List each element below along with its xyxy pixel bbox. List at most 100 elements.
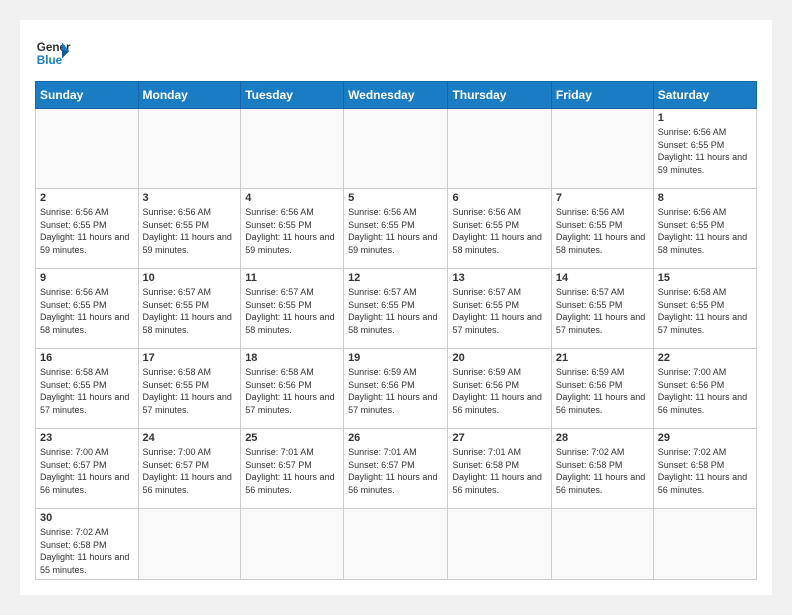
day-number: 21 [556,352,649,364]
day-info: Sunrise: 6:58 AM Sunset: 6:55 PM Dayligh… [40,366,134,416]
day-number: 17 [143,352,237,364]
week-row-1: 1 Sunrise: 6:56 AM Sunset: 6:55 PM Daylig… [36,109,757,189]
day-info: Sunrise: 6:56 AM Sunset: 6:55 PM Dayligh… [658,126,752,176]
calendar-cell: 5 Sunrise: 6:56 AM Sunset: 6:55 PM Daylig… [344,189,448,269]
week-row-4: 16 Sunrise: 6:58 AM Sunset: 6:55 PM Dayli… [36,349,757,429]
day-info: Sunrise: 6:56 AM Sunset: 6:55 PM Dayligh… [556,206,649,256]
day-number: 7 [556,192,649,204]
day-number: 28 [556,432,649,444]
day-info: Sunrise: 6:57 AM Sunset: 6:55 PM Dayligh… [348,286,443,336]
calendar-cell: 17 Sunrise: 6:58 AM Sunset: 6:55 PM Dayli… [138,349,241,429]
day-info: Sunrise: 6:59 AM Sunset: 6:56 PM Dayligh… [348,366,443,416]
calendar-cell [551,509,653,580]
weekday-header-wednesday: Wednesday [344,82,448,109]
day-number: 20 [452,352,546,364]
day-number: 8 [658,192,752,204]
calendar-cell [36,109,139,189]
calendar-cell [448,109,551,189]
day-number: 2 [40,192,134,204]
day-number: 11 [245,272,339,284]
week-row-6: 30 Sunrise: 7:02 AM Sunset: 6:58 PM Dayli… [36,509,757,580]
logo: General Blue [35,35,71,71]
logo-icon: General Blue [35,35,71,71]
day-number: 25 [245,432,339,444]
calendar-cell: 19Sunrise: 6:59 AM Sunset: 6:56 PM Dayli… [344,349,448,429]
day-info: Sunrise: 7:00 AM Sunset: 6:57 PM Dayligh… [143,446,237,496]
calendar-cell: 7 Sunrise: 6:56 AM Sunset: 6:55 PM Daylig… [551,189,653,269]
calendar-cell: 2 Sunrise: 6:56 AM Sunset: 6:55 PM Daylig… [36,189,139,269]
calendar-cell: 24 Sunrise: 7:00 AM Sunset: 6:57 PM Dayli… [138,429,241,509]
calendar-cell: 1 Sunrise: 6:56 AM Sunset: 6:55 PM Daylig… [653,109,756,189]
calendar-cell [344,109,448,189]
calendar-page: General Blue SundayMondayTuesdayWednesda… [20,20,772,595]
day-number: 27 [452,432,546,444]
day-info: Sunrise: 6:59 AM Sunset: 6:56 PM Dayligh… [452,366,546,416]
weekday-header-friday: Friday [551,82,653,109]
day-info: Sunrise: 7:02 AM Sunset: 6:58 PM Dayligh… [40,526,134,576]
day-number: 18 [245,352,339,364]
day-info: Sunrise: 6:56 AM Sunset: 6:55 PM Dayligh… [40,206,134,256]
weekday-header-row: SundayMondayTuesdayWednesdayThursdayFrid… [36,82,757,109]
day-number: 12 [348,272,443,284]
day-info: Sunrise: 6:56 AM Sunset: 6:55 PM Dayligh… [658,206,752,256]
calendar-cell [138,109,241,189]
day-info: Sunrise: 6:58 AM Sunset: 6:56 PM Dayligh… [245,366,339,416]
calendar-cell: 3Sunrise: 6:56 AM Sunset: 6:55 PM Daylig… [138,189,241,269]
calendar-cell: 12 Sunrise: 6:57 AM Sunset: 6:55 PM Dayli… [344,269,448,349]
week-row-2: 2 Sunrise: 6:56 AM Sunset: 6:55 PM Daylig… [36,189,757,269]
day-number: 5 [348,192,443,204]
weekday-header-sunday: Sunday [36,82,139,109]
calendar-cell: 30 Sunrise: 7:02 AM Sunset: 6:58 PM Dayli… [36,509,139,580]
day-number: 24 [143,432,237,444]
calendar-cell [241,509,344,580]
calendar-cell: 10 Sunrise: 6:57 AM Sunset: 6:55 PM Dayli… [138,269,241,349]
calendar-cell: 16 Sunrise: 6:58 AM Sunset: 6:55 PM Dayli… [36,349,139,429]
day-number: 9 [40,272,134,284]
day-number: 23 [40,432,134,444]
calendar-cell: 26Sunrise: 7:01 AM Sunset: 6:57 PM Dayli… [344,429,448,509]
day-info: Sunrise: 7:01 AM Sunset: 6:58 PM Dayligh… [452,446,546,496]
header: General Blue [35,35,757,71]
weekday-header-thursday: Thursday [448,82,551,109]
day-number: 1 [658,112,752,124]
day-info: Sunrise: 7:00 AM Sunset: 6:57 PM Dayligh… [40,446,134,496]
svg-text:Blue: Blue [37,54,63,67]
day-number: 16 [40,352,134,364]
calendar-cell: 29 Sunrise: 7:02 AM Sunset: 6:58 PM Dayli… [653,429,756,509]
calendar-table: SundayMondayTuesdayWednesdayThursdayFrid… [35,81,757,580]
calendar-cell: 4Sunrise: 6:56 AM Sunset: 6:55 PM Daylig… [241,189,344,269]
calendar-cell: 15Sunrise: 6:58 AM Sunset: 6:55 PM Dayli… [653,269,756,349]
calendar-cell [551,109,653,189]
day-info: Sunrise: 6:56 AM Sunset: 6:55 PM Dayligh… [348,206,443,256]
day-info: Sunrise: 6:56 AM Sunset: 6:55 PM Dayligh… [245,206,339,256]
day-number: 30 [40,512,134,524]
day-info: Sunrise: 6:58 AM Sunset: 6:55 PM Dayligh… [143,366,237,416]
calendar-cell [138,509,241,580]
calendar-cell: 9Sunrise: 6:56 AM Sunset: 6:55 PM Daylig… [36,269,139,349]
day-info: Sunrise: 6:57 AM Sunset: 6:55 PM Dayligh… [143,286,237,336]
day-info: Sunrise: 6:56 AM Sunset: 6:55 PM Dayligh… [452,206,546,256]
calendar-cell: 25 Sunrise: 7:01 AM Sunset: 6:57 PM Dayli… [241,429,344,509]
day-info: Sunrise: 6:59 AM Sunset: 6:56 PM Dayligh… [556,366,649,416]
day-number: 29 [658,432,752,444]
day-info: Sunrise: 6:57 AM Sunset: 6:55 PM Dayligh… [245,286,339,336]
day-info: Sunrise: 7:00 AM Sunset: 6:56 PM Dayligh… [658,366,752,416]
day-number: 10 [143,272,237,284]
day-info: Sunrise: 6:57 AM Sunset: 6:55 PM Dayligh… [452,286,546,336]
day-number: 6 [452,192,546,204]
weekday-header-saturday: Saturday [653,82,756,109]
calendar-cell [653,509,756,580]
day-info: Sunrise: 7:01 AM Sunset: 6:57 PM Dayligh… [245,446,339,496]
weekday-header-monday: Monday [138,82,241,109]
calendar-cell: 20 Sunrise: 6:59 AM Sunset: 6:56 PM Dayli… [448,349,551,429]
week-row-5: 23 Sunrise: 7:00 AM Sunset: 6:57 PM Dayli… [36,429,757,509]
day-info: Sunrise: 6:58 AM Sunset: 6:55 PM Dayligh… [658,286,752,336]
day-number: 13 [452,272,546,284]
calendar-cell: 21 Sunrise: 6:59 AM Sunset: 6:56 PM Dayli… [551,349,653,429]
day-info: Sunrise: 7:01 AM Sunset: 6:57 PM Dayligh… [348,446,443,496]
calendar-cell: 13 Sunrise: 6:57 AM Sunset: 6:55 PM Dayli… [448,269,551,349]
calendar-cell [344,509,448,580]
day-info: Sunrise: 7:02 AM Sunset: 6:58 PM Dayligh… [658,446,752,496]
day-info: Sunrise: 7:02 AM Sunset: 6:58 PM Dayligh… [556,446,649,496]
day-number: 22 [658,352,752,364]
